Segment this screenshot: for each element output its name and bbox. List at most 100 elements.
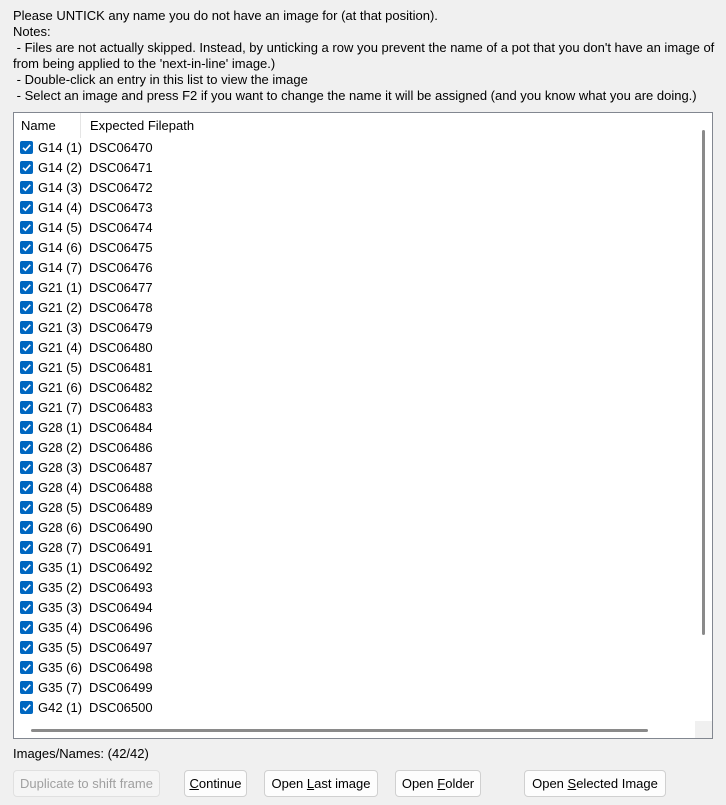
row-checkbox[interactable] xyxy=(20,520,33,534)
open-selected-image-button[interactable]: Open Selected Image xyxy=(524,770,666,797)
list-item[interactable]: G21 (5) DSC06481 xyxy=(14,357,696,377)
list-item[interactable]: G35 (7) DSC06499 xyxy=(14,677,696,697)
list-item[interactable]: G14 (7) DSC06476 xyxy=(14,257,696,277)
row-checkbox[interactable] xyxy=(20,580,33,594)
row-checkbox[interactable] xyxy=(20,340,33,354)
column-header-expected-filepath[interactable]: Expected Filepath xyxy=(81,113,281,138)
row-expected-filepath: DSC06480 xyxy=(89,339,153,355)
list-item[interactable]: G21 (3) DSC06479 xyxy=(14,317,696,337)
row-expected-filepath: DSC06477 xyxy=(89,279,153,295)
row-name: G21 (2) xyxy=(38,299,83,315)
row-checkbox[interactable] xyxy=(20,500,33,514)
instructions-text: Please UNTICK any name you do not have a… xyxy=(13,8,718,104)
list-item[interactable]: G14 (2) DSC06471 xyxy=(14,157,696,177)
row-expected-filepath: DSC06491 xyxy=(89,539,153,555)
image-name-list[interactable]: Name Expected Filepath G14 (1) DSC06470 G1… xyxy=(13,112,713,739)
row-name: G28 (4) xyxy=(38,479,83,495)
horizontal-scroll-thumb[interactable] xyxy=(31,729,648,732)
list-item[interactable]: G28 (3) DSC06487 xyxy=(14,457,696,477)
row-checkbox[interactable] xyxy=(20,180,33,194)
button-label-accesskey: C xyxy=(189,776,199,791)
row-name: G14 (7) xyxy=(38,259,83,275)
list-item[interactable]: G42 (1) DSC06500 xyxy=(14,697,696,717)
row-name: G21 (3) xyxy=(38,319,83,335)
row-checkbox[interactable] xyxy=(20,420,33,434)
row-checkbox[interactable] xyxy=(20,140,33,154)
row-checkbox[interactable] xyxy=(20,260,33,274)
open-last-image-button[interactable]: Open Last image xyxy=(264,770,378,797)
list-header: Name Expected Filepath xyxy=(14,113,696,138)
list-item[interactable]: G21 (4) DSC06480 xyxy=(14,337,696,357)
row-checkbox[interactable] xyxy=(20,240,33,254)
row-checkbox[interactable] xyxy=(20,360,33,374)
row-checkbox[interactable] xyxy=(20,440,33,454)
button-label: Open xyxy=(401,776,438,791)
list-item[interactable]: G14 (4) DSC06473 xyxy=(14,197,696,217)
row-name: G14 (6) xyxy=(38,239,83,255)
list-item[interactable]: G28 (1) DSC06484 xyxy=(14,417,696,437)
list-item[interactable]: G28 (6) DSC06490 xyxy=(14,517,696,537)
row-name: G28 (1) xyxy=(38,419,83,435)
scrollbar-corner xyxy=(695,721,712,738)
vertical-scroll-thumb[interactable] xyxy=(702,130,705,635)
list-item[interactable]: G28 (4) DSC06488 xyxy=(14,477,696,497)
row-name: G35 (4) xyxy=(38,619,83,635)
list-item[interactable]: G35 (4) DSC06496 xyxy=(14,617,696,637)
row-expected-filepath: DSC06497 xyxy=(89,639,153,655)
row-expected-filepath: DSC06488 xyxy=(89,479,153,495)
row-expected-filepath: DSC06479 xyxy=(89,319,153,335)
list-item[interactable]: G28 (5) DSC06489 xyxy=(14,497,696,517)
list-item[interactable]: G35 (6) DSC06498 xyxy=(14,657,696,677)
row-checkbox[interactable] xyxy=(20,540,33,554)
row-checkbox[interactable] xyxy=(20,300,33,314)
open-folder-button[interactable]: Open Folder xyxy=(395,770,481,797)
row-checkbox[interactable] xyxy=(20,280,33,294)
row-name: G14 (3) xyxy=(38,179,83,195)
list-item[interactable]: G14 (3) DSC06472 xyxy=(14,177,696,197)
vertical-scrollbar[interactable] xyxy=(695,113,712,721)
row-checkbox[interactable] xyxy=(20,620,33,634)
row-checkbox[interactable] xyxy=(20,560,33,574)
row-checkbox[interactable] xyxy=(20,660,33,674)
list-item[interactable]: G28 (2) DSC06486 xyxy=(14,437,696,457)
list-item[interactable]: G14 (5) DSC06474 xyxy=(14,217,696,237)
button-label: Open xyxy=(532,776,568,791)
row-checkbox[interactable] xyxy=(20,380,33,394)
list-item[interactable]: G35 (5) DSC06497 xyxy=(14,637,696,657)
row-name: G35 (1) xyxy=(38,559,83,575)
row-checkbox[interactable] xyxy=(20,480,33,494)
row-checkbox[interactable] xyxy=(20,220,33,234)
row-checkbox[interactable] xyxy=(20,200,33,214)
continue-button[interactable]: Continue xyxy=(184,770,247,797)
list-item[interactable]: G35 (2) DSC06493 xyxy=(14,577,696,597)
row-expected-filepath: DSC06490 xyxy=(89,519,153,535)
row-checkbox[interactable] xyxy=(20,680,33,694)
row-checkbox[interactable] xyxy=(20,600,33,614)
row-checkbox[interactable] xyxy=(20,640,33,654)
list-item[interactable]: G14 (6) DSC06475 xyxy=(14,237,696,257)
row-checkbox[interactable] xyxy=(20,400,33,414)
row-checkbox[interactable] xyxy=(20,460,33,474)
row-expected-filepath: DSC06487 xyxy=(89,459,153,475)
row-checkbox[interactable] xyxy=(20,320,33,334)
column-header-name[interactable]: Name xyxy=(14,113,81,138)
duplicate-to-shift-frame-button[interactable]: Duplicate to shift frame xyxy=(13,770,160,797)
horizontal-scrollbar[interactable] xyxy=(14,721,696,738)
list-item[interactable]: G21 (2) DSC06478 xyxy=(14,297,696,317)
row-expected-filepath: DSC06496 xyxy=(89,619,153,635)
row-checkbox[interactable] xyxy=(20,700,33,714)
list-item[interactable]: G21 (7) DSC06483 xyxy=(14,397,696,417)
row-name: G21 (7) xyxy=(38,399,83,415)
row-expected-filepath: DSC06470 xyxy=(89,139,153,155)
list-item[interactable]: G21 (1) DSC06477 xyxy=(14,277,696,297)
row-expected-filepath: DSC06494 xyxy=(89,599,153,615)
list-item[interactable]: G21 (6) DSC06482 xyxy=(14,377,696,397)
row-name: G14 (2) xyxy=(38,159,83,175)
list-item[interactable]: G14 (1) DSC06470 xyxy=(14,137,696,157)
list-item[interactable]: G35 (1) DSC06492 xyxy=(14,557,696,577)
row-expected-filepath: DSC06472 xyxy=(89,179,153,195)
row-expected-filepath: DSC06500 xyxy=(89,699,153,715)
list-item[interactable]: G28 (7) DSC06491 xyxy=(14,537,696,557)
row-checkbox[interactable] xyxy=(20,160,33,174)
list-item[interactable]: G35 (3) DSC06494 xyxy=(14,597,696,617)
